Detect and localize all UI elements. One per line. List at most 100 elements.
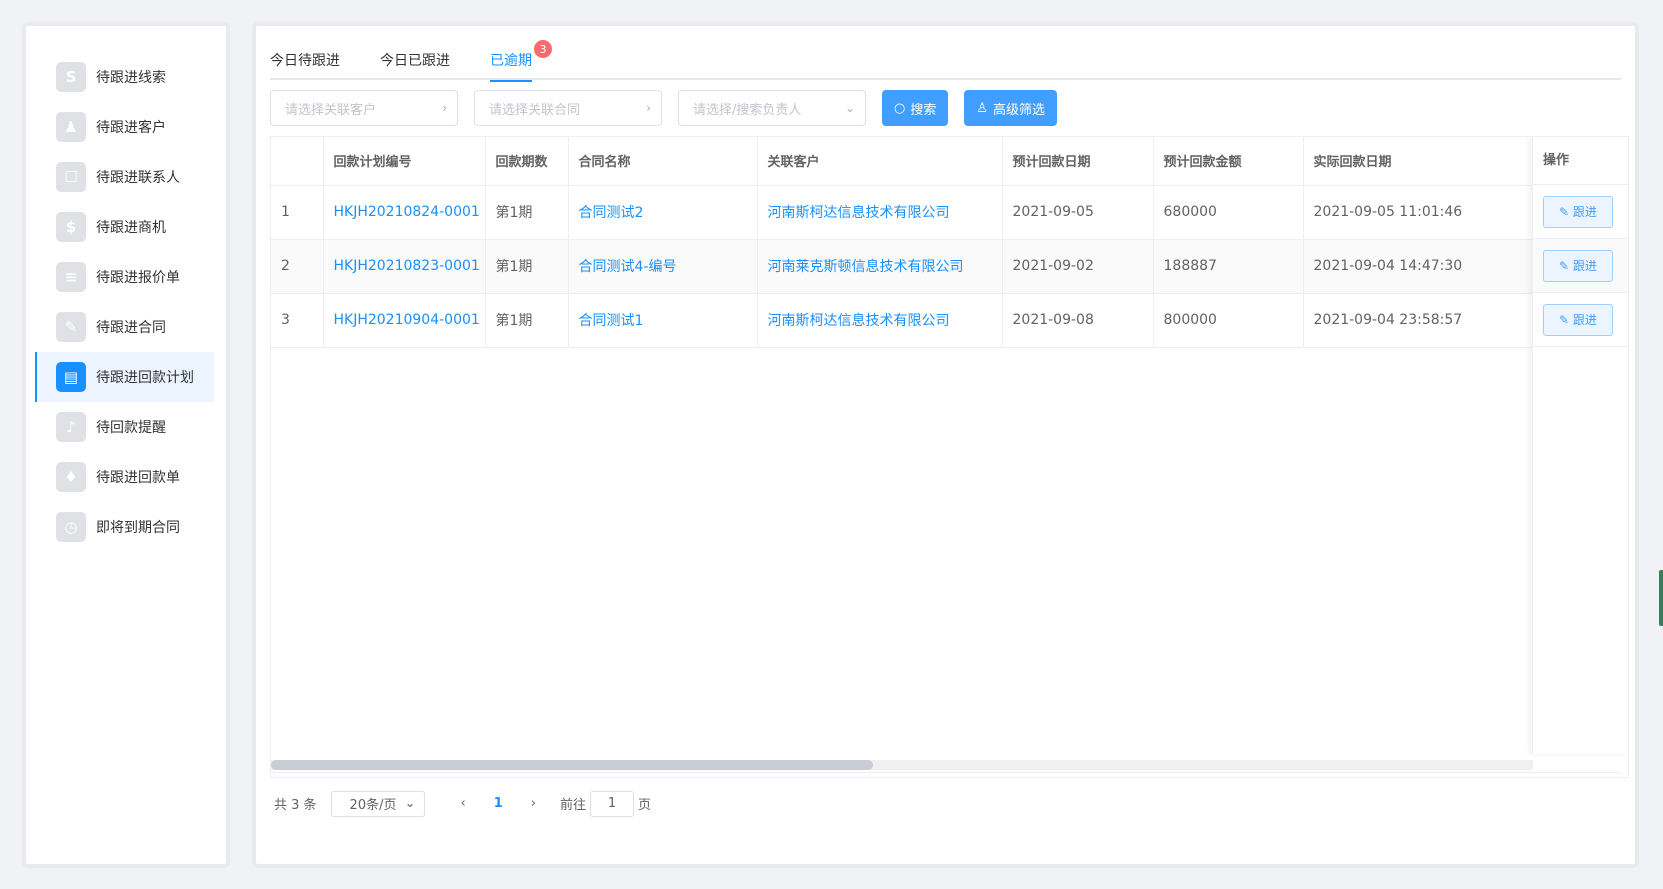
edit-icon: ✎ xyxy=(1559,204,1573,219)
quote-icon: ≡ xyxy=(56,262,86,292)
follow-up-label: 跟进 xyxy=(1572,313,1597,327)
action-column: 操作 ✎ 跟进 ✎ 跟进 ✎ 跟进 xyxy=(1532,137,1628,754)
amount-cell: 800000 xyxy=(1153,293,1304,348)
tab-label: 已逾期 xyxy=(490,53,532,69)
advanced-filter-label: 高级筛选 xyxy=(993,102,1046,118)
action-header: 操作 xyxy=(1533,137,1628,185)
follow-up-button[interactable]: ✎ 跟进 xyxy=(1543,195,1613,228)
column-header: 合同名称 xyxy=(568,137,758,186)
horizontal-scrollbar[interactable] xyxy=(271,760,1533,770)
follow-up-label: 跟进 xyxy=(1572,259,1597,273)
column-header: 回款期数 xyxy=(485,137,569,186)
search-button-label: 搜索 xyxy=(910,102,937,118)
page-number[interactable]: 1 xyxy=(494,796,503,811)
owner-select-placeholder: 请选择/搜索负责人 xyxy=(693,102,802,118)
goto-label: 前往 xyxy=(560,798,587,813)
sidebar-item-label: 待跟进报价单 xyxy=(96,270,180,286)
plan-number-link[interactable]: HKJH20210904-0001 xyxy=(323,293,486,348)
follow-up-button[interactable]: ✎ 跟进 xyxy=(1543,249,1613,282)
action-cell: ✎ 跟进 xyxy=(1533,239,1628,293)
link-icon: S xyxy=(56,62,86,92)
column-header: 关联客户 xyxy=(757,137,1003,186)
expected-date-cell: 2021-09-05 xyxy=(1002,185,1154,240)
follow-up-button[interactable]: ✎ 跟进 xyxy=(1543,303,1613,336)
users-icon: ♟ xyxy=(56,112,86,142)
edge-handle[interactable] xyxy=(1659,570,1663,626)
sidebar-item-leads[interactable]: S 待跟进线索 xyxy=(36,52,214,102)
bell-icon: ♪ xyxy=(56,412,86,442)
tab-today-pending[interactable]: 今日待跟进 xyxy=(270,40,340,80)
sidebar-item-label: 待跟进商机 xyxy=(96,220,166,236)
scrollbar-thumb[interactable] xyxy=(271,760,873,770)
row-index: 2 xyxy=(271,239,324,294)
tab-bar: 今日待跟进 今日已跟进 已逾期 3 xyxy=(270,40,1621,82)
search-icon: ○ xyxy=(894,100,906,116)
sidebar-item-expiring-contracts[interactable]: ◷ 即将到期合同 xyxy=(36,502,214,552)
sidebar-item-opportunities[interactable]: $ 待跟进商机 xyxy=(36,202,214,252)
sidebar-item-label: 待跟进回款计划 xyxy=(96,370,194,386)
row-index: 3 xyxy=(271,293,324,348)
table-row: 2 HKJH20210823-0001 第1期 合同测试4-编号 河南莱克斯顿信… xyxy=(271,239,1534,294)
sidebar-item-customers[interactable]: ♟ 待跟进客户 xyxy=(36,102,214,152)
chevron-right-icon: › xyxy=(442,101,447,115)
customer-link[interactable]: 河南斯柯达信息技术有限公司 xyxy=(757,293,1003,348)
overdue-count-badge: 3 xyxy=(534,40,552,58)
sidebar-item-label: 待跟进客户 xyxy=(96,120,166,136)
sidebar-item-label: 待跟进线索 xyxy=(96,70,166,86)
period-cell: 第1期 xyxy=(485,185,569,240)
follow-up-label: 跟进 xyxy=(1572,205,1597,219)
payment-plan-icon: ▤ xyxy=(56,362,86,392)
table-row: 1 HKJH20210824-0001 第1期 合同测试2 河南斯柯达信息技术有… xyxy=(271,185,1534,240)
customer-select-placeholder: 请选择关联客户 xyxy=(285,102,377,118)
page-suffix: 页 xyxy=(638,798,652,813)
page-size-select[interactable]: 20条/页 ⌄ xyxy=(330,790,425,817)
sidebar-item-payment-reminders[interactable]: ♪ 待回款提醒 xyxy=(36,402,214,452)
contract-link[interactable]: 合同测试1 xyxy=(568,293,758,348)
column-header: 预计回款金额 xyxy=(1153,137,1304,186)
sidebar-item-contracts[interactable]: ✎ 待跟进合同 xyxy=(36,302,214,352)
expected-date-cell: 2021-09-02 xyxy=(1002,239,1154,294)
chevron-down-icon: ⌄ xyxy=(844,101,855,115)
actual-date-cell: 2021-09-04 23:58:57 xyxy=(1303,293,1534,348)
sidebar: S 待跟进线索 ♟ 待跟进客户 ☐ 待跟进联系人 $ 待跟进商机 ≡ 待跟进报价… xyxy=(22,22,230,868)
contract-select-placeholder: 请选择关联合同 xyxy=(489,102,581,118)
search-button[interactable]: ○ 搜索 xyxy=(882,90,949,126)
prev-page-icon[interactable]: ‹ xyxy=(461,796,466,811)
table-row: 3 HKJH20210904-0001 第1期 合同测试1 河南斯柯达信息技术有… xyxy=(271,293,1534,348)
action-cell: ✎ 跟进 xyxy=(1533,293,1628,347)
sidebar-item-payment-plans[interactable]: ▤ 待跟进回款计划 xyxy=(35,352,214,402)
edit-icon: ✎ xyxy=(1559,258,1573,273)
sidebar-item-quotes[interactable]: ≡ 待跟进报价单 xyxy=(36,252,214,302)
contract-link[interactable]: 合同测试2 xyxy=(568,185,758,240)
actual-date-cell: 2021-09-04 14:47:30 xyxy=(1303,239,1534,294)
contact-icon: ☐ xyxy=(56,162,86,192)
edit-icon: ✎ xyxy=(1559,312,1573,327)
action-cell: ✎ 跟进 xyxy=(1533,185,1628,239)
next-page-icon[interactable]: › xyxy=(531,796,536,811)
customer-select[interactable]: 请选择关联客户 › xyxy=(270,90,458,126)
plan-number-link[interactable]: HKJH20210823-0001 xyxy=(323,239,486,294)
customer-link[interactable]: 河南莱克斯顿信息技术有限公司 xyxy=(757,239,1003,294)
filter-bar: 请选择关联客户 › 请选择关联合同 › 请选择/搜索负责人 ⌄ ○ 搜索 ♙ 高… xyxy=(270,90,1073,126)
money-bag-icon: ♦ xyxy=(56,462,86,492)
contract-icon: ✎ xyxy=(56,312,86,342)
column-header: 回款计划编号 xyxy=(323,137,486,186)
contract-select[interactable]: 请选择关联合同 › xyxy=(474,90,662,126)
column-header: 预计回款日期 xyxy=(1002,137,1154,186)
amount-cell: 680000 xyxy=(1153,185,1304,240)
goto-page-input[interactable]: 1 xyxy=(590,790,635,817)
sidebar-item-contacts[interactable]: ☐ 待跟进联系人 xyxy=(36,152,214,202)
sidebar-item-receipts[interactable]: ♦ 待跟进回款单 xyxy=(36,452,214,502)
tab-today-done[interactable]: 今日已跟进 xyxy=(380,40,450,80)
dollar-icon: $ xyxy=(56,212,86,242)
tab-overdue[interactable]: 已逾期 3 xyxy=(490,40,552,82)
sidebar-item-label: 待跟进回款单 xyxy=(96,470,180,486)
customer-link[interactable]: 河南斯柯达信息技术有限公司 xyxy=(757,185,1003,240)
plan-number-link[interactable]: HKJH20210824-0001 xyxy=(323,185,486,240)
advanced-filter-button[interactable]: ♙ 高级筛选 xyxy=(964,90,1058,126)
main-panel: 今日待跟进 今日已跟进 已逾期 3 请选择关联客户 › 请选择关联合同 › 请选… xyxy=(252,22,1639,868)
owner-select[interactable]: 请选择/搜索负责人 ⌄ xyxy=(678,90,866,126)
data-table: 回款计划编号 回款期数 合同名称 关联客户 预计回款日期 预计回款金额 实际回款… xyxy=(270,136,1629,778)
sidebar-item-label: 待跟进联系人 xyxy=(96,170,180,186)
contract-link[interactable]: 合同测试4-编号 xyxy=(568,239,758,294)
